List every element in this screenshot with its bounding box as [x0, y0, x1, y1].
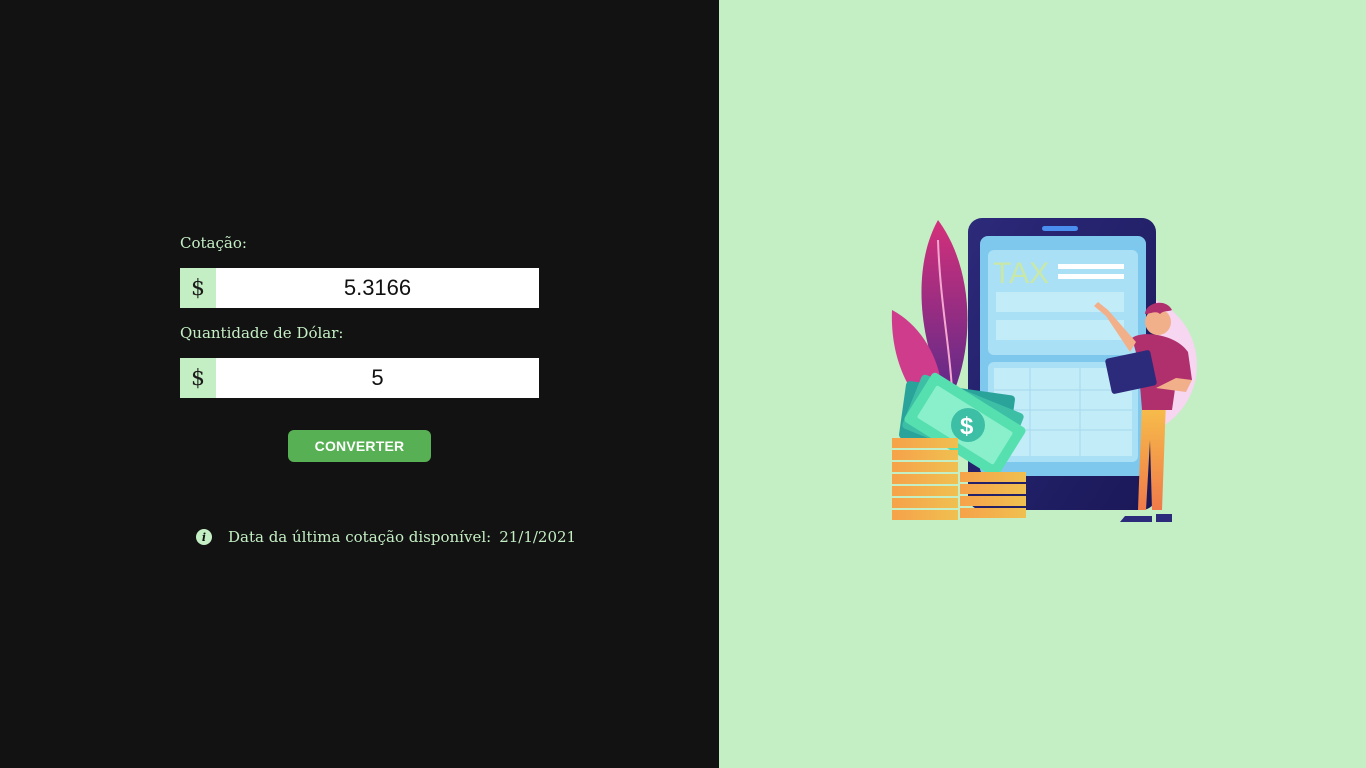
amount-field: $	[180, 358, 539, 398]
amount-input[interactable]	[216, 358, 539, 398]
amount-currency-prefix: $	[180, 358, 216, 398]
dollar-sign: $	[960, 413, 974, 440]
last-quote-info: i Data da última cotação disponível: 21/…	[196, 528, 576, 546]
convert-button[interactable]: CONVERTER	[288, 430, 431, 462]
info-icon: i	[196, 529, 212, 545]
last-quote-text: Data da última cotação disponível:	[228, 528, 492, 546]
tax-line	[1058, 264, 1124, 269]
quote-currency-prefix: $	[180, 268, 216, 308]
quote-input[interactable]	[216, 268, 539, 308]
tax-field	[996, 320, 1124, 340]
tax-line	[1058, 274, 1124, 279]
phone-speaker	[1042, 226, 1078, 231]
amount-label: Quantidade de Dólar:	[180, 324, 344, 342]
quote-label: Cotação:	[180, 234, 247, 252]
tax-text: TAX	[993, 257, 1049, 290]
quote-field: $	[180, 268, 539, 308]
coin-stack	[892, 438, 958, 520]
last-quote-date: 21/1/2021	[499, 528, 577, 546]
tax-illustration: TAX $	[891, 218, 1197, 522]
left-panel: Cotação: $ Quantidade de Dólar: $ CONVER…	[0, 0, 719, 768]
